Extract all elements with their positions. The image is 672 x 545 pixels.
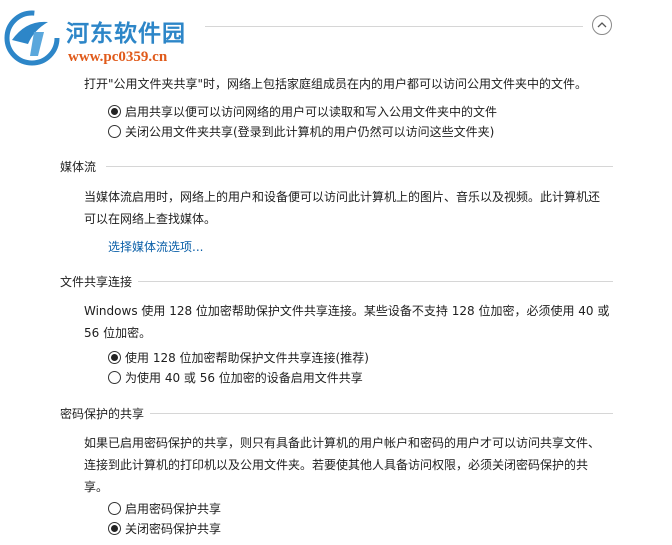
password-sharing-title: 密码保护的共享 [60, 407, 145, 421]
public-folder-description: 打开"公用文件夹共享"时，网络上包括家庭组成员在内的用户都可以访问公用文件夹中的… [84, 77, 588, 91]
media-streaming-description-line: 当媒体流启用时，网络上的用户和设备便可以访问此计算机上的图片、音乐以及视频。此计… [84, 190, 601, 204]
password-sharing-enable-radio[interactable] [108, 502, 121, 515]
file-sharing-connections-description: Windows 使用 128 位加密帮助保护文件共享连接。某些设备不支持 128… [84, 300, 609, 344]
public-folder-disable-label[interactable]: 关闭公用文件夹共享(登录到此计算机的用户仍然可以访问这些文件夹) [125, 123, 494, 140]
password-sharing-enable-label[interactable]: 启用密码保护共享 [125, 500, 221, 517]
encryption-40-56-option[interactable]: 为使用 40 或 56 位加密的设备启用文件共享 [108, 369, 363, 386]
password-sharing-description-line: 享。 [84, 480, 109, 494]
encryption-128-label[interactable]: 使用 128 位加密帮助保护文件共享连接(推荐) [125, 349, 369, 366]
file-sharing-description-line: Windows 使用 128 位加密帮助保护文件共享连接。某些设备不支持 128… [84, 304, 610, 318]
public-folder-disable-option[interactable]: 关闭公用文件夹共享(登录到此计算机的用户仍然可以访问这些文件夹) [108, 123, 494, 140]
header-divider [205, 26, 583, 27]
media-streaming-description-line: 可以在网络上查找媒体。 [84, 212, 217, 226]
media-streaming-options-link[interactable]: 选择媒体流选项... [108, 238, 203, 255]
password-sharing-description-line: 连接到此计算机的打印机以及公用文件夹。若要使其他人具备访问权限，必须关闭密码保护… [84, 458, 589, 472]
watermark-logo-icon [4, 10, 60, 66]
encryption-128-radio[interactable] [108, 351, 121, 364]
media-streaming-divider [106, 166, 613, 167]
watermark: 河东软件园 www.pc0359.cn [4, 8, 304, 68]
encryption-40-56-radio[interactable] [108, 371, 121, 384]
password-sharing-description-line: 如果已启用密码保护的共享，则只有具备此计算机的用户帐户和密码的用户才可以访问共享… [84, 436, 601, 450]
encryption-40-56-label[interactable]: 为使用 40 或 56 位加密的设备启用文件共享 [125, 369, 363, 386]
encryption-128-option[interactable]: 使用 128 位加密帮助保护文件共享连接(推荐) [108, 349, 369, 366]
file-sharing-connections-divider [138, 281, 613, 282]
collapse-button[interactable] [592, 15, 612, 35]
public-folder-enable-radio[interactable] [108, 105, 121, 118]
password-sharing-disable-radio[interactable] [108, 522, 121, 535]
password-sharing-enable-option[interactable]: 启用密码保护共享 [108, 500, 221, 517]
chevron-up-icon [597, 22, 607, 28]
media-streaming-title: 媒体流 [60, 160, 97, 174]
password-sharing-disable-label[interactable]: 关闭密码保护共享 [125, 520, 221, 537]
media-streaming-description: 当媒体流启用时，网络上的用户和设备便可以访问此计算机上的图片、音乐以及视频。此计… [84, 186, 600, 230]
password-sharing-disable-option[interactable]: 关闭密码保护共享 [108, 520, 221, 537]
public-folder-enable-option[interactable]: 启用共享以便可以访问网络的用户可以读取和写入公用文件夹中的文件 [108, 103, 497, 120]
file-sharing-connections-title: 文件共享连接 [60, 275, 133, 289]
password-sharing-description: 如果已启用密码保护的共享，则只有具备此计算机的用户帐户和密码的用户才可以访问共享… [84, 432, 600, 498]
watermark-title: 河东软件园 [66, 20, 186, 47]
password-sharing-divider [150, 413, 613, 414]
watermark-url: www.pc0359.cn [68, 49, 168, 65]
public-folder-enable-label[interactable]: 启用共享以便可以访问网络的用户可以读取和写入公用文件夹中的文件 [125, 103, 497, 120]
public-folder-disable-radio[interactable] [108, 125, 121, 138]
file-sharing-description-line: 56 位加密。 [84, 326, 152, 340]
